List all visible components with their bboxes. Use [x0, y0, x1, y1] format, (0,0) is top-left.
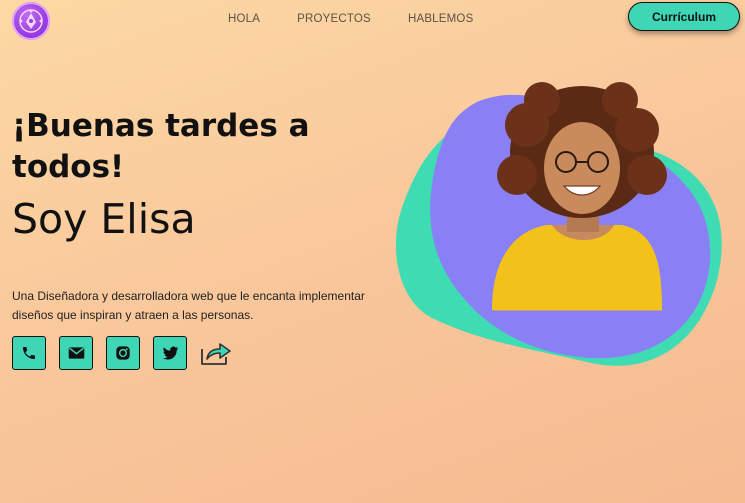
hero-portrait: [395, 82, 722, 366]
main-nav: HOLA PROYECTOS HABLEMOS: [228, 13, 473, 25]
greeting-heading: ¡Buenas tardes a todos!: [12, 108, 310, 185]
mail-icon: [68, 347, 84, 359]
hero-description: Una Diseñadora y desarrolladora web que …: [12, 289, 365, 322]
phone-button[interactable]: [12, 336, 46, 370]
nav-item-hola[interactable]: HOLA: [228, 13, 260, 25]
mail-button[interactable]: [59, 336, 93, 370]
instagram-icon: [116, 346, 130, 360]
phone-icon: [23, 347, 35, 359]
name-heading: Soy Elisa: [12, 195, 196, 243]
curriculum-button[interactable]: Currículum: [628, 2, 740, 31]
pen-nib-icon: [19, 9, 43, 33]
share-icon: [201, 343, 231, 365]
instagram-button[interactable]: [106, 336, 140, 370]
share-button[interactable]: [198, 338, 234, 368]
social-links: [12, 336, 234, 370]
twitter-icon: [162, 346, 178, 360]
nav-item-proyectos[interactable]: PROYECTOS: [297, 13, 371, 25]
nav-item-hablemos[interactable]: HABLEMOS: [408, 13, 474, 25]
twitter-button[interactable]: [153, 336, 187, 370]
site-logo[interactable]: [12, 2, 50, 40]
